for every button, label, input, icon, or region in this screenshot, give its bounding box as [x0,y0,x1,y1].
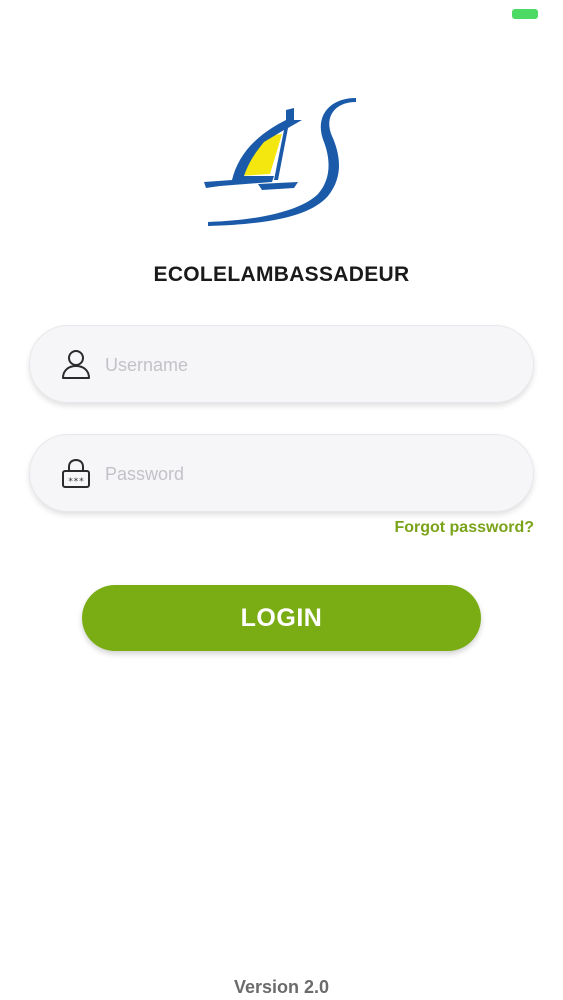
forgot-password-link[interactable]: Forgot password? [394,519,534,537]
status-bar [0,0,563,30]
user-icon [62,350,90,379]
username-input[interactable] [103,326,507,404]
password-input[interactable] [103,435,507,513]
login-button[interactable]: LOGIN [82,585,481,651]
username-field[interactable] [29,325,534,404]
logo-hull [258,182,298,190]
logo-sail-blue [204,108,302,188]
password-field[interactable]: *** [29,434,534,513]
school-name: ECOLELAMBASSADEUR [153,263,410,286]
battery-icon [512,9,538,19]
sailboat-logo [204,98,356,226]
svg-text:***: *** [68,477,84,487]
version-label: Version 2.0 [233,977,330,997]
padlock-icon: *** [62,458,90,488]
logo-wave [208,98,356,226]
